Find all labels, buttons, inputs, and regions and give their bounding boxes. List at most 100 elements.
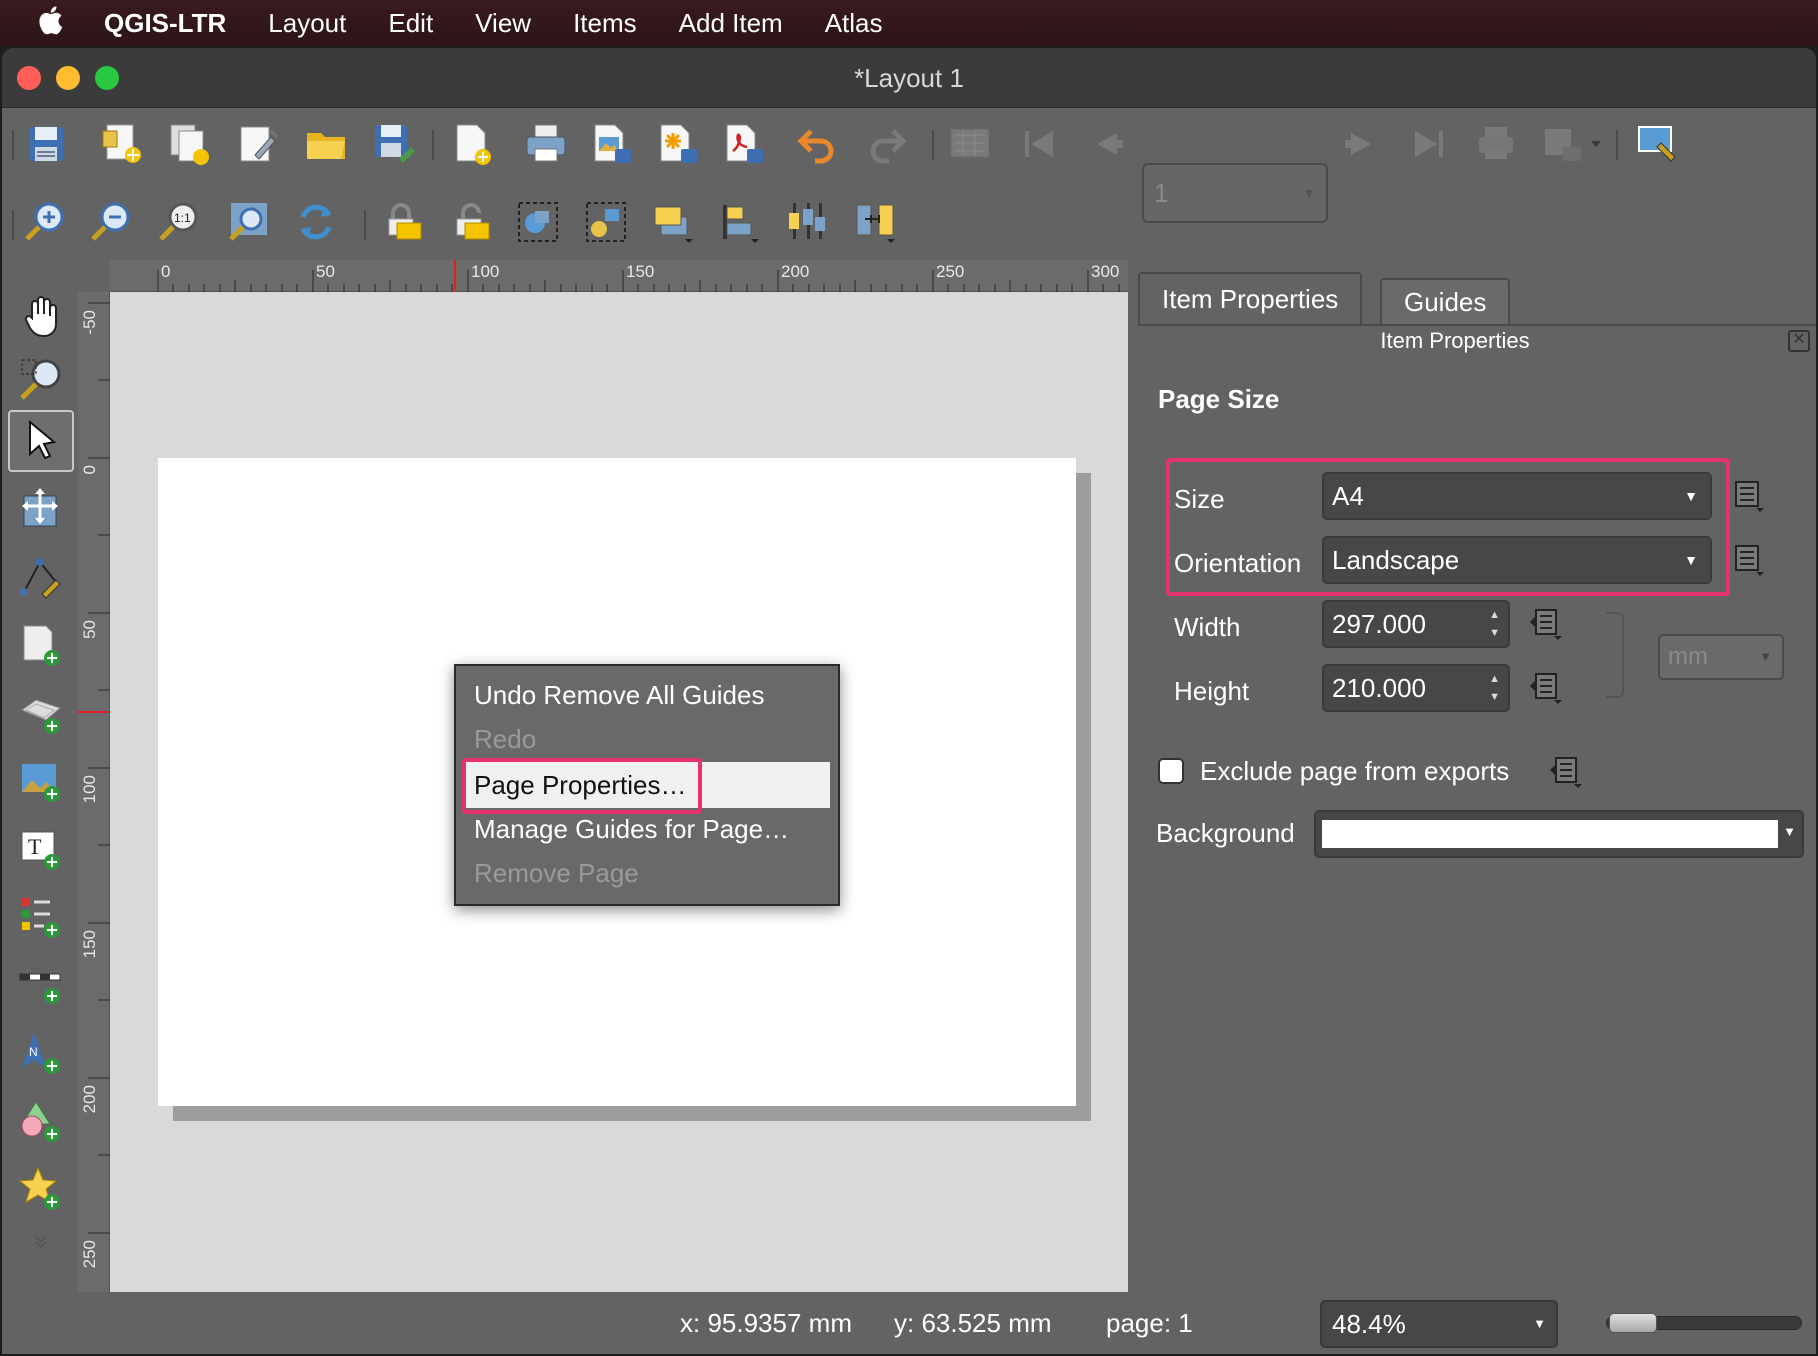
ruler-v-label: 0 xyxy=(80,465,99,475)
move-content-icon[interactable] xyxy=(8,478,74,540)
raise-items-icon[interactable] xyxy=(650,198,698,246)
ruler-v-label: 100 xyxy=(80,775,99,804)
chevron-down-icon: ▼ xyxy=(1684,552,1698,568)
refresh-icon[interactable] xyxy=(292,198,340,246)
undo-icon[interactable] xyxy=(794,120,842,168)
select-move-icon[interactable] xyxy=(8,410,74,472)
menu-app[interactable]: QGIS-LTR xyxy=(80,0,247,46)
apple-icon[interactable] xyxy=(26,4,80,43)
menu-layout[interactable]: Layout xyxy=(247,0,367,46)
zoom-combo[interactable]: 48.4% ▼ xyxy=(1320,1300,1558,1348)
align-items-icon[interactable] xyxy=(716,198,764,246)
background-label: Background xyxy=(1156,818,1295,848)
menu-edit[interactable]: Edit xyxy=(367,0,454,46)
menu-item-manage-guides[interactable]: Manage Guides for Page… xyxy=(474,814,789,845)
menu-item-redo: Redo xyxy=(474,724,537,754)
exclude-from-exports-checkbox[interactable] xyxy=(1158,758,1184,784)
zoom-out-icon[interactable] xyxy=(88,198,136,246)
chevron-down-icon[interactable] xyxy=(1586,120,1606,168)
menu-add-item[interactable]: Add Item xyxy=(658,0,804,46)
last-feature-icon[interactable] xyxy=(1404,120,1452,168)
page-context-menu: Undo Remove All Guides Redo Page Propert… xyxy=(454,664,840,906)
spin-arrows-icon[interactable]: ▲ ▼ xyxy=(1489,670,1500,706)
distribute-items-icon[interactable] xyxy=(784,198,832,246)
tab-guides[interactable]: Guides xyxy=(1380,278,1511,324)
title-bar: *Layout 1 xyxy=(2,48,1816,108)
print-atlas-icon[interactable] xyxy=(1472,120,1520,168)
size-combo[interactable]: A4 ▼ xyxy=(1322,472,1712,520)
spin-arrows-icon[interactable]: ▲ ▼ xyxy=(1489,606,1500,642)
more-tools-icon[interactable] xyxy=(8,1226,74,1256)
save-layout-icon[interactable] xyxy=(22,120,70,168)
atlas-settings-icon[interactable] xyxy=(1634,120,1682,168)
view-toolbar: 1:1 xyxy=(2,188,1816,262)
menu-item-undo-remove-all-guides[interactable]: Undo Remove All Guides xyxy=(474,680,764,711)
menu-items[interactable]: Items xyxy=(552,0,658,46)
unlock-items-icon[interactable] xyxy=(448,198,496,246)
zoom-full-icon[interactable] xyxy=(224,198,272,246)
ungroup-items-icon[interactable] xyxy=(582,198,630,246)
new-layout-icon[interactable] xyxy=(98,120,146,168)
data-defined-override-icon[interactable] xyxy=(1728,476,1768,516)
close-icon[interactable]: ✕ xyxy=(1788,330,1810,352)
data-defined-override-icon[interactable] xyxy=(1526,604,1566,644)
atlas-preview-icon[interactable] xyxy=(946,120,994,168)
add-picture-icon[interactable] xyxy=(8,750,74,812)
layout-manager-icon[interactable] xyxy=(234,120,282,168)
add-shape-icon[interactable] xyxy=(8,1090,74,1152)
size-label: Size xyxy=(1174,484,1225,514)
pan-icon[interactable] xyxy=(8,286,74,348)
zoom-tool-icon[interactable] xyxy=(8,348,74,410)
unit-combo[interactable]: mm ▼ xyxy=(1658,634,1784,680)
ruler-h-label: 200 xyxy=(781,262,810,281)
background-color-swatch xyxy=(1322,820,1778,848)
exclude-from-exports-label[interactable]: Exclude page from exports xyxy=(1200,756,1509,787)
next-feature-icon[interactable] xyxy=(1338,120,1386,168)
add-marker-icon[interactable] xyxy=(8,1158,74,1220)
duplicate-layout-icon[interactable] xyxy=(166,120,214,168)
first-feature-icon[interactable] xyxy=(1016,120,1064,168)
save-template-icon[interactable] xyxy=(370,120,418,168)
add-map-icon[interactable] xyxy=(8,614,74,676)
window-title: *Layout 1 xyxy=(854,63,964,93)
lock-items-icon[interactable] xyxy=(380,198,428,246)
width-spinbox[interactable]: 297.000 ▲ ▼ xyxy=(1322,600,1510,648)
previous-feature-icon[interactable] xyxy=(1082,120,1130,168)
add-label-icon[interactable]: T xyxy=(8,818,74,880)
zoom-slider-handle[interactable] xyxy=(1609,1313,1657,1333)
unit-value: mm xyxy=(1668,643,1708,670)
data-defined-override-icon[interactable] xyxy=(1526,668,1566,708)
background-color-button[interactable]: ▼ xyxy=(1314,810,1804,858)
item-properties-dock: Item Properties Guides Item Properties ✕… xyxy=(1130,260,1816,1354)
toolbar-separator xyxy=(1616,130,1618,160)
resize-items-icon[interactable] xyxy=(852,198,900,246)
zoom-slider[interactable] xyxy=(1606,1313,1802,1333)
page-size-heading: Page Size xyxy=(1158,384,1280,414)
zoom-in-icon[interactable] xyxy=(22,198,70,246)
add-scalebar-icon[interactable] xyxy=(8,954,74,1016)
add-legend-icon[interactable] xyxy=(8,886,74,948)
data-defined-override-icon[interactable] xyxy=(1728,540,1768,580)
ruler-h-label: 100 xyxy=(471,262,500,281)
export-pdf-icon[interactable] xyxy=(720,120,768,168)
redo-icon[interactable] xyxy=(862,120,910,168)
layout-window: *Layout 1 1 ▼ 1:1 T N 0 50 100 150 200 2… xyxy=(2,48,1816,1354)
export-svg-icon[interactable] xyxy=(654,120,702,168)
height-spinbox[interactable]: 210.000 ▲ ▼ xyxy=(1322,664,1510,712)
group-items-icon[interactable] xyxy=(514,198,562,246)
menu-view[interactable]: View xyxy=(454,0,552,46)
lock-aspect-chain-icon[interactable] xyxy=(1606,612,1624,698)
zoom-100-icon[interactable]: 1:1 xyxy=(156,198,204,246)
open-template-icon[interactable] xyxy=(302,120,350,168)
add-pages-icon[interactable] xyxy=(448,120,496,168)
menu-atlas[interactable]: Atlas xyxy=(804,0,904,46)
add-north-arrow-icon[interactable]: N xyxy=(8,1022,74,1084)
edit-nodes-icon[interactable] xyxy=(8,546,74,608)
export-image-icon[interactable] xyxy=(588,120,636,168)
tab-item-properties[interactable]: Item Properties xyxy=(1138,272,1363,324)
export-atlas-icon[interactable] xyxy=(1540,120,1588,168)
print-icon[interactable] xyxy=(522,120,570,168)
data-defined-override-icon[interactable] xyxy=(1546,752,1586,792)
add-3d-map-icon[interactable] xyxy=(8,682,74,744)
orientation-combo[interactable]: Landscape ▼ xyxy=(1322,536,1712,584)
